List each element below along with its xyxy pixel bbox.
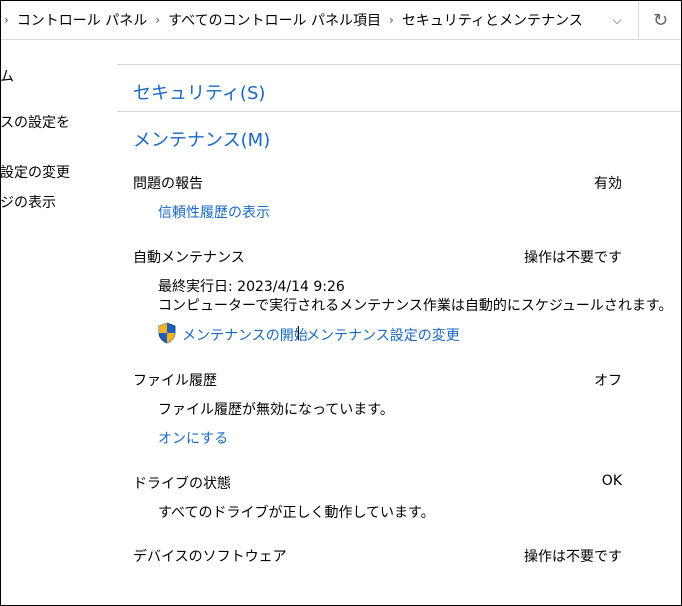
sidebar-item-view-messages[interactable]: ジの表示	[0, 192, 56, 212]
sidebar-item-change-settings[interactable]: 設定の変更	[0, 162, 70, 182]
auto-maintenance-status: 操作は不要です	[524, 250, 622, 266]
chevron-down-icon: ⌵	[612, 12, 622, 27]
drive-status-label: ドライブの状態	[133, 476, 231, 492]
divider	[117, 111, 682, 112]
drive-status-description: すべてのドライブが正しく動作しています。	[158, 505, 435, 521]
refresh-icon: ↻	[652, 9, 669, 31]
file-history-status: オフ	[594, 373, 622, 389]
auto-maintenance-label: 自動メンテナンス	[133, 250, 245, 266]
chevron-right-icon[interactable]: ›	[385, 13, 398, 27]
reliability-history-link[interactable]: 信頼性履歴の表示	[158, 202, 270, 222]
breadcrumb-all-items[interactable]: すべてのコントロール パネル項目	[164, 10, 385, 30]
breadcrumb-security-maintenance[interactable]: セキュリティとメンテナンス	[398, 10, 587, 30]
sidebar-item-home[interactable]: ム	[0, 66, 14, 86]
problem-reports-label: 問題の報告	[133, 176, 203, 192]
drive-status-status: OK	[601, 473, 622, 489]
divider	[117, 64, 682, 65]
security-section-header[interactable]: セキュリティ(S)	[133, 79, 265, 105]
link-separator: |	[296, 325, 301, 341]
device-software-label: デバイスのソフトウェア	[133, 549, 287, 565]
last-run-text: 最終実行日: 2023/4/14 9:26	[158, 279, 345, 295]
chevron-right-icon[interactable]: ›	[151, 13, 164, 27]
sidebar-item-settings[interactable]: スの設定を	[0, 112, 70, 132]
refresh-button[interactable]: ↻	[638, 0, 682, 40]
breadcrumb: › コントロール パネル › すべてのコントロール パネル項目 › セキュリティ…	[0, 0, 587, 40]
uac-shield-icon	[158, 322, 176, 344]
device-software-status: 操作は不要です	[524, 549, 622, 565]
breadcrumb-control-panel[interactable]: コントロール パネル	[13, 10, 151, 30]
problem-reports-status: 有効	[594, 176, 622, 192]
file-history-description: ファイル履歴が無効になっています。	[158, 402, 394, 418]
sidebar: ム スの設定を 設定の変更 ジの表示	[0, 40, 118, 606]
chevron-right-icon[interactable]: ›	[0, 13, 13, 27]
turn-on-link[interactable]: オンにする	[158, 428, 228, 448]
maintenance-section-header[interactable]: メンテナンス(M)	[133, 126, 270, 152]
maintenance-settings-link[interactable]: メンテナンス設定の変更	[306, 325, 460, 345]
history-dropdown-button[interactable]: ⌵	[606, 9, 628, 31]
auto-maintenance-description: コンピューターで実行されるメンテナンス作業は自動的にスケジュールされます。	[158, 298, 673, 314]
file-history-label: ファイル履歴	[133, 373, 217, 389]
start-maintenance-link[interactable]: メンテナンスの開始	[182, 325, 308, 345]
address-bar: › コントロール パネル › すべてのコントロール パネル項目 › セキュリティ…	[0, 0, 682, 40]
